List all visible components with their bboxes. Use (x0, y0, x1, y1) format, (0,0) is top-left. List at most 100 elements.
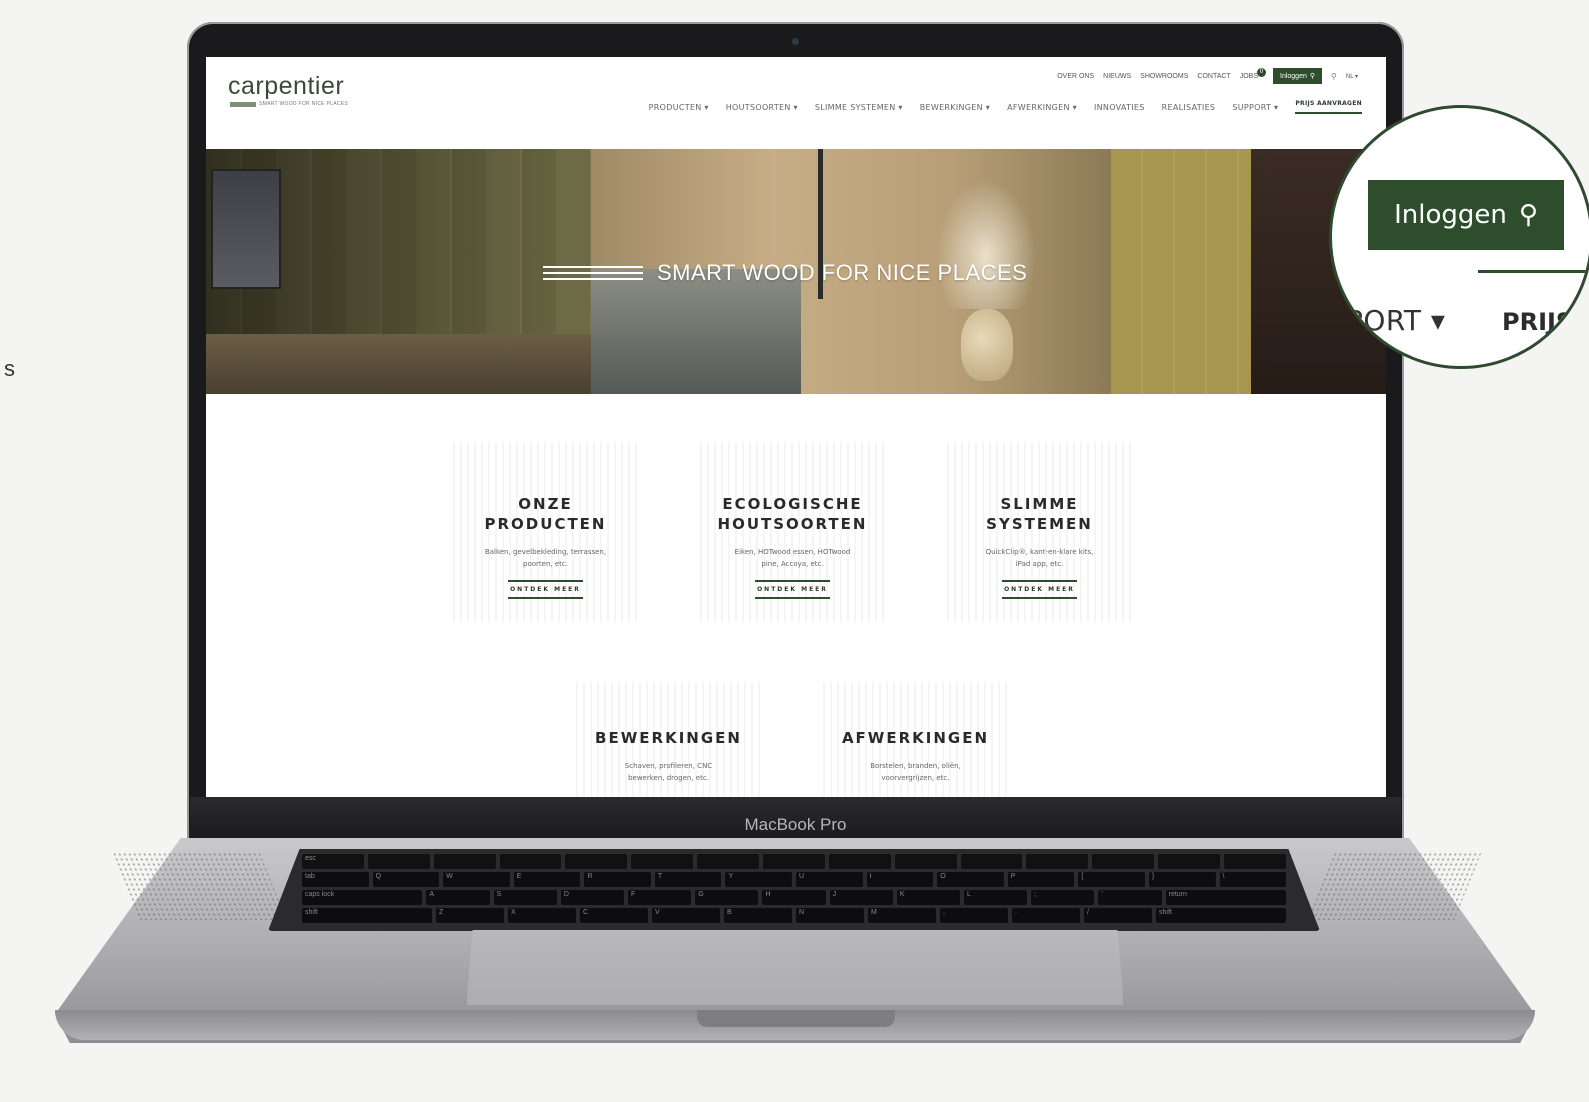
login-button[interactable]: Inloggen ⚲ (1273, 68, 1322, 84)
topnav-nieuws[interactable]: NIEUWS (1103, 73, 1131, 80)
hero-framed-photo (211, 169, 281, 289)
keyboard-key: M (868, 908, 936, 923)
keyboard-key (1224, 854, 1286, 869)
camera-icon (792, 38, 799, 45)
topnav-contact[interactable]: CONTACT (1197, 73, 1230, 80)
topnav-showrooms[interactable]: SHOWROOMS (1140, 73, 1188, 80)
card-cta-link[interactable]: ONTDEK MEER (508, 580, 583, 599)
keyboard: esc tab Q W E R T Y U I O P[] \ caps lock A S D F G H J K L;… (268, 849, 1320, 931)
keyboard-key: E (513, 872, 581, 887)
keyboard-key: B (724, 908, 792, 923)
card-description: Schaven, profileren, CNC bewerken, drogen… (624, 762, 713, 782)
nav-support[interactable]: SUPPORT ▾ (1232, 103, 1278, 112)
search-icon[interactable]: ⚲ (1331, 72, 1337, 81)
keyboard-key: esc (302, 854, 364, 869)
keyboard-key: / (1084, 908, 1152, 923)
keyboard-key: J (829, 890, 893, 905)
keyboard-key (894, 854, 957, 869)
keyboard-key (499, 854, 562, 869)
main-nav: PRODUCTEN ▾ HOUTSOORTEN ▾ SLIMME SYSTEME… (649, 100, 1362, 114)
hero-floor (206, 334, 606, 394)
keyboard-key: O (937, 872, 1004, 887)
keyboard-key: [ (1078, 872, 1145, 887)
keyboard-key (433, 854, 496, 869)
keyboard-key: K (896, 890, 961, 905)
nav-bewerkingen[interactable]: BEWERKINGEN ▾ (920, 103, 990, 112)
card-description: Eiken, HOTwood essen, HOTwood pine, Accoy… (734, 548, 851, 568)
topnav-over-ons[interactable]: OVER ONS (1057, 73, 1094, 80)
keyboard-key: G (695, 890, 759, 905)
keyboard-key (1158, 854, 1221, 869)
topnav-jobs-label: JOBS (1239, 72, 1258, 80)
keyboard-key: X (508, 908, 576, 923)
hero-vase (961, 309, 1013, 381)
user-icon: ⚲ (1518, 200, 1538, 230)
card-houtsoorten[interactable]: ECOLOGISCHE HOUTSOORTEN Eiken, HOTwood es… (700, 442, 885, 622)
touch-bar: esc (302, 854, 1286, 869)
keyboard-key (565, 854, 628, 869)
card-bewerkingen[interactable]: BEWERKINGEN Schaven, profileren, CNC bewe… (576, 682, 761, 797)
login-button-label: Inloggen (1280, 72, 1307, 80)
logo-tagline: SMART WOOD FOR NICE PLACES (259, 101, 349, 107)
keyboard-key: Z (436, 908, 504, 923)
keyboard-key: A (426, 890, 490, 905)
keyboard-key (1026, 854, 1089, 869)
card-cta-link[interactable]: ONTDEK MEER (1002, 580, 1077, 599)
card-producten[interactable]: ONZE PRODUCTEN Balken, gevelbekleding, te… (453, 442, 638, 622)
card-description: QuickClip®, kant-en-klare kits, iPad app,… (985, 548, 1094, 568)
keyboard-row: tab Q W E R T Y U I O P[] \ (302, 872, 1287, 887)
site-header: carpentier SMART WOOD FOR NICE PLACES OV… (206, 57, 1386, 149)
keyboard-key (763, 854, 825, 869)
card-slimme-systemen[interactable]: SLIMME SYSTEMEN QuickClip®, kant-en-klare… (947, 442, 1132, 622)
card-cta-link[interactable]: ONTDEK MEER (755, 580, 830, 599)
keyboard-key (697, 854, 760, 869)
card-afwerkingen[interactable]: AFWERKINGEN Borstelen, branden, oliën, vo… (823, 682, 1008, 797)
zoom-login-button[interactable]: Inloggen ⚲ (1368, 180, 1564, 250)
zoom-quote-fragment: PRIJS (1502, 308, 1574, 336)
keyboard-key: D (560, 890, 625, 905)
keyboard-key: P (1007, 872, 1075, 887)
logo-bar (230, 102, 256, 107)
card-description: Balken, gevelbekleding, terrassen, poorte… (484, 548, 607, 568)
keyboard-key (367, 854, 430, 869)
nav-slimme-systemen[interactable]: SLIMME SYSTEMEN ▾ (815, 103, 903, 112)
card-title: ONZE PRODUCTEN (484, 495, 607, 533)
keyboard-key: T (654, 872, 722, 887)
request-quote-link[interactable]: PRIJS AANVRAGEN (1295, 100, 1362, 114)
keyboard-key: L (964, 890, 1028, 905)
keyboard-key: I (866, 872, 934, 887)
language-selector[interactable]: NL ▾ (1346, 73, 1358, 80)
keyboard-key: caps lock (302, 890, 423, 905)
nav-innovaties[interactable]: INNOVATIES (1094, 103, 1145, 112)
card-title: AFWERKINGEN (841, 729, 990, 747)
speaker-grille-left (111, 852, 287, 920)
card-title: SLIMME SYSTEMEN (986, 495, 1093, 533)
keyboard-key: S (493, 890, 557, 905)
topnav-jobs[interactable]: JOBS 0 (1239, 67, 1266, 80)
keyboard-key: \ (1219, 872, 1287, 887)
keyboard-key: shift (302, 908, 432, 923)
hero-banner: SMART WOOD FOR NICE PLACES (206, 149, 1386, 394)
zoom-callout: Inloggen ⚲ PORT ▾ PRIJS (1329, 105, 1589, 369)
nav-producten[interactable]: PRODUCTEN ▾ (649, 103, 709, 112)
keyboard-key: R (584, 872, 651, 887)
device-label: MacBook Pro (744, 815, 847, 834)
hero-tagline: SMART WOOD FOR NICE PLACES (543, 260, 1027, 286)
hero-bridge-photo (591, 269, 801, 394)
nav-houtsoorten[interactable]: HOUTSOORTEN ▾ (726, 103, 798, 112)
keyboard-key: N (796, 908, 864, 923)
logo-wordmark[interactable]: carpentier (228, 72, 344, 101)
nav-afwerkingen[interactable]: AFWERKINGEN ▾ (1007, 103, 1077, 112)
keyboard-key: U (796, 872, 863, 887)
zoom-login-label: Inloggen (1394, 200, 1507, 230)
stray-letter: s (4, 356, 15, 381)
keyboard-key (960, 854, 1023, 869)
keyboard-key: W (443, 872, 510, 887)
keyboard-row: shift Z X C V B N M,. / shift (302, 908, 1286, 923)
keyboard-key (631, 854, 694, 869)
nav-realisaties[interactable]: REALISATIES (1162, 103, 1216, 112)
hero-lines-icon (543, 266, 643, 280)
keyboard-key: V (652, 908, 720, 923)
card-title: BEWERKINGEN (595, 729, 742, 747)
zoom-underline (1478, 270, 1589, 273)
